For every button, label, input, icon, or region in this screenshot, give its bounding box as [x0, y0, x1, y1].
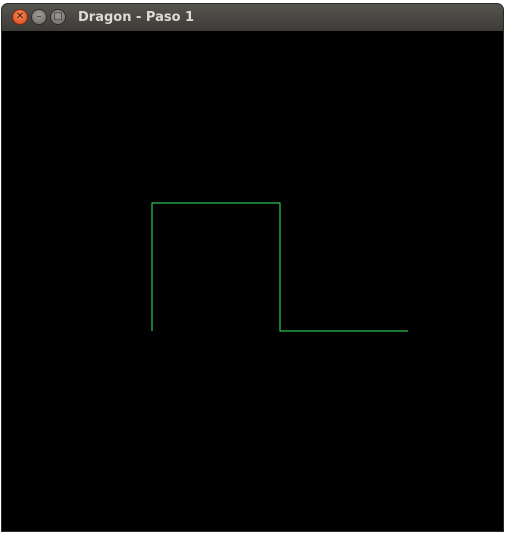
dragon-curve-path [151, 202, 408, 332]
dragon-curve-drawing [151, 202, 408, 332]
close-icon[interactable]: ✕ [12, 9, 28, 25]
maximize-icon[interactable]: □ [50, 9, 66, 25]
app-window: ✕ – □ Dragon - Paso 1 [2, 4, 503, 531]
minimize-icon[interactable]: – [31, 9, 47, 25]
window-title: Dragon - Paso 1 [78, 10, 195, 25]
drawing-canvas [2, 31, 503, 531]
title-bar[interactable]: ✕ – □ Dragon - Paso 1 [2, 4, 503, 31]
